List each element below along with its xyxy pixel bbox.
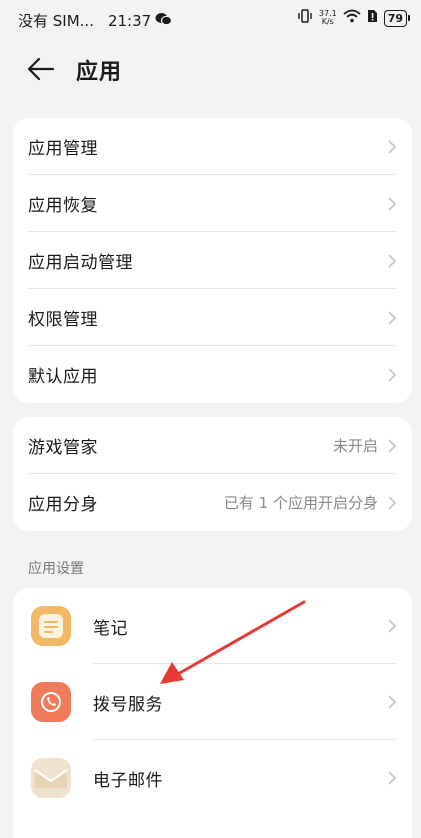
carrier-text: 没有 SIM... [18,12,94,30]
item-label: 应用启动管理 [28,253,133,273]
item-status: 已有 1 个应用开启分身 [223,494,378,512]
wifi-icon [343,9,361,27]
app-name: 笔记 [93,618,128,639]
chevron-right-icon [388,368,396,382]
app-management-card: 应用管理 应用恢复 应用启动管理 权限管理 默认应用 [13,118,412,403]
vibrate-icon [297,9,313,27]
app-launch-manager-item[interactable]: 应用启动管理 [13,232,412,289]
app-twin-item[interactable]: 应用分身 已有 1 个应用开启分身 [13,474,412,531]
section-title: 应用设置 [28,561,84,577]
app-manager-item[interactable]: 应用管理 [13,118,412,175]
page-title: 应用 [76,60,123,85]
chevron-right-icon [388,311,396,325]
chevron-right-icon [388,496,396,510]
status-bar: 没有 SIM... 21:37 37.1 K/s 79 [0,0,421,40]
app-item-email[interactable]: 电子邮件 [13,740,412,816]
back-button[interactable] [26,56,58,84]
game-manager-item[interactable]: 游戏管家 未开启 [13,417,412,474]
chevron-right-icon [388,439,396,453]
game-twin-card: 游戏管家 未开启 应用分身 已有 1 个应用开启分身 [13,417,412,531]
page-header: 应用 [0,48,421,92]
alert-sim-icon [367,9,378,27]
net-speed-unit: K/s [321,17,334,26]
item-label: 应用恢复 [28,196,98,216]
back-arrow-icon [27,57,55,81]
chevron-right-icon [388,140,396,154]
app-item-dialer[interactable]: 拨号服务 [13,664,412,740]
mail-icon [31,758,71,798]
default-apps-item[interactable]: 默认应用 [13,346,412,403]
chevron-right-icon [388,771,396,785]
app-name: 电子邮件 [93,770,163,791]
permission-manager-item[interactable]: 权限管理 [13,289,412,346]
chevron-right-icon [388,619,396,633]
chevron-right-icon [388,695,396,709]
clock: 21:37 [107,11,152,30]
app-item-notes[interactable]: 笔记 [13,588,412,664]
chevron-right-icon [388,197,396,211]
app-name: 拨号服务 [93,694,163,715]
item-label: 默认应用 [28,367,98,387]
item-label: 权限管理 [28,310,98,330]
phone-icon [31,682,71,722]
wechat-icon [155,12,173,30]
chevron-right-icon [388,254,396,268]
item-label: 应用管理 [28,139,98,159]
item-label: 游戏管家 [28,438,98,458]
item-label: 应用分身 [28,495,98,515]
network-speed: 37.1 K/s [319,10,337,26]
notes-icon [31,606,71,646]
app-restore-item[interactable]: 应用恢复 [13,175,412,232]
battery-indicator: 79 [383,9,411,27]
app-settings-card: 笔记 拨号服务 电子邮件 [13,588,412,838]
item-status: 未开启 [332,437,378,455]
